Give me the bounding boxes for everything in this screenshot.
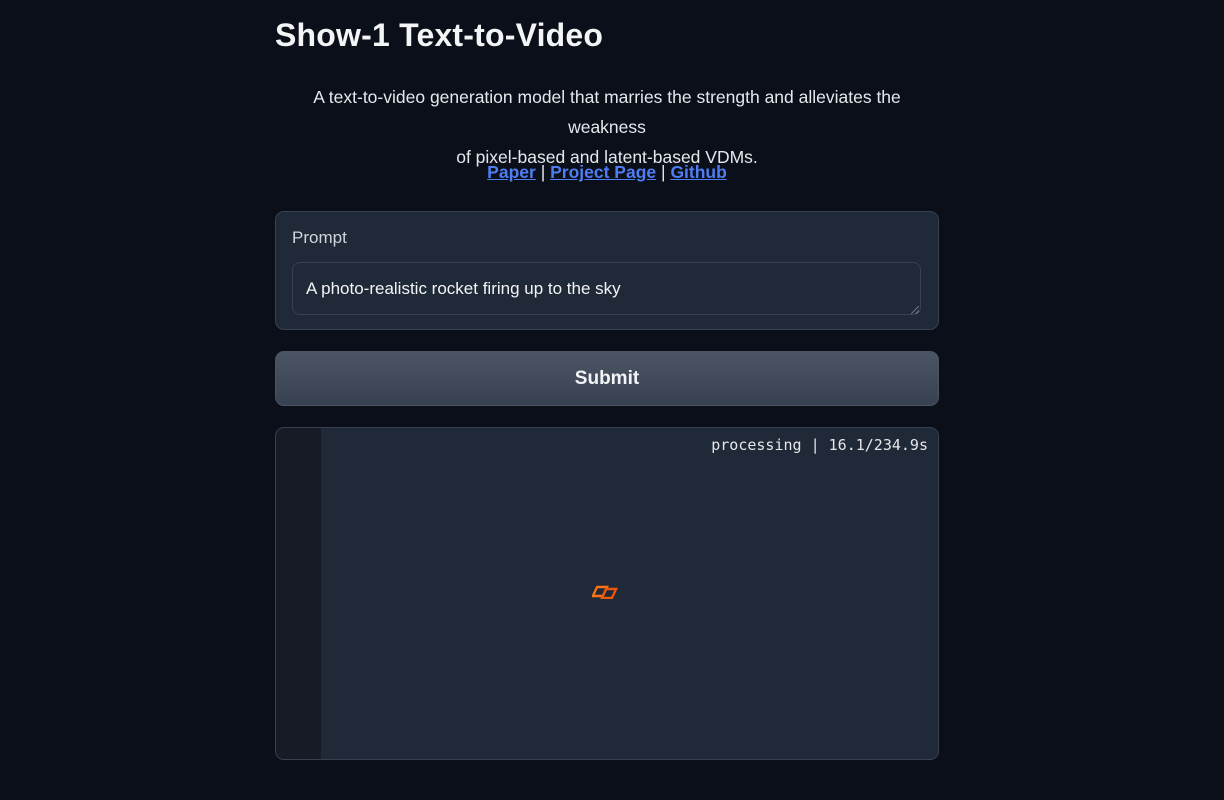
prompt-block: Prompt — [275, 211, 939, 330]
prompt-label: Prompt — [292, 228, 347, 247]
description-line-1: A text-to-video generation model that ma… — [313, 87, 901, 137]
link-separator: | — [540, 162, 546, 182]
resize-handle-icon[interactable] — [911, 306, 919, 314]
processing-status: processing | 16.1/234.9s — [711, 436, 928, 454]
prompt-textarea[interactable] — [292, 262, 921, 315]
submit-button[interactable]: Submit — [275, 351, 939, 406]
page-title: Show-1 Text-to-Video — [275, 17, 604, 53]
link-separator: | — [661, 162, 666, 182]
project-page-link[interactable]: Project Page — [550, 162, 656, 182]
video-output: processing | 16.1/234.9s — [275, 427, 939, 760]
paper-link[interactable]: Paper — [487, 162, 536, 182]
page-description: A text-to-video generation model that ma… — [275, 82, 939, 172]
output-side-strip — [276, 428, 321, 759]
links-row: Paper | Project Page | Github — [275, 162, 939, 183]
github-link[interactable]: Github — [670, 162, 726, 182]
loading-spinner-icon — [592, 585, 618, 599]
